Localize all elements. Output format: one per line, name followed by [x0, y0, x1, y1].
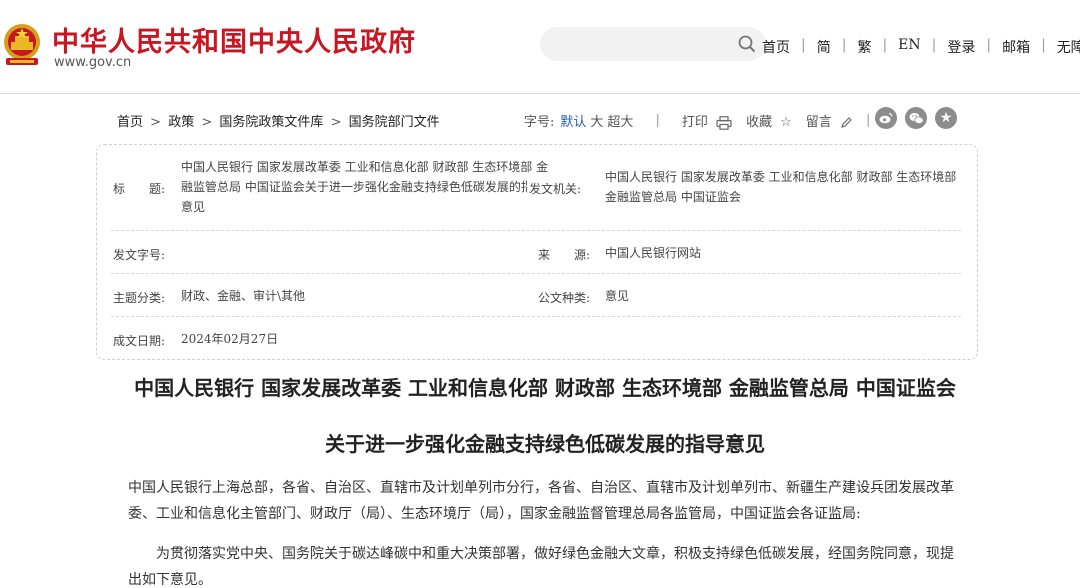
- toolbar-divider: |: [865, 113, 871, 128]
- star-outline-icon: ☆: [780, 115, 792, 130]
- font-size-label: 字号:: [524, 115, 555, 130]
- topic-label: 主题分类:: [113, 291, 166, 305]
- breadcrumb-separator: >: [330, 115, 342, 130]
- source-value: 中国人民银行网站: [605, 246, 702, 260]
- topic-value: 财政、金融、审计\其他: [181, 289, 306, 303]
- source-label: 来 源:: [538, 248, 591, 262]
- title-label: 标 题:: [113, 182, 166, 196]
- document-info-box: 标 题: 中国人民银行 国家发展改革委 工业和信息化部 财政部 生态环境部 金融…: [96, 144, 978, 360]
- printer-icon: [716, 115, 732, 130]
- comment-button[interactable]: 留言: [806, 111, 852, 130]
- share-favorite-button[interactable]: ★: [935, 107, 957, 129]
- nav-divider: |: [1041, 37, 1046, 53]
- search-icon[interactable]: [738, 35, 756, 53]
- font-size-xlarge[interactable]: 超大: [607, 111, 633, 130]
- nav-login[interactable]: 登录: [947, 37, 975, 57]
- article-title: 中国人民银行 国家发展改革委 工业和信息化部 财政部 生态环境部 金融监管总局 …: [134, 376, 956, 400]
- wechat-icon: [909, 112, 924, 124]
- top-nav: 首页 | 简 | 繁 | EN | 登录 | 邮箱 | 无障碍: [762, 37, 1080, 57]
- issuer-value: 中国人民银行 国家发展改革委 工业和信息化部 财政部 生态环境部 金融监管总局 …: [605, 170, 957, 204]
- toolbar-divider: |: [655, 113, 660, 128]
- article-addressee: 中国人民银行上海总部，各省、自治区、直辖市及计划单列市分行，各省、自治区、直辖市…: [128, 480, 954, 522]
- article-paragraph: 为贯彻落实党中央、国务院关于碳达峰碳中和重大决策部署，做好绿色金融大文章，积极支…: [128, 546, 954, 588]
- share-wechat-button[interactable]: [905, 107, 927, 129]
- nav-divider: |: [841, 37, 847, 53]
- weibo-icon: [879, 112, 893, 124]
- nav-divider: |: [986, 37, 992, 53]
- nav-simplified[interactable]: 简: [817, 37, 831, 57]
- title-value: 中国人民银行 国家发展改革委 工业和信息化部 财政部 生态环境部 金融监管总局 …: [181, 160, 549, 214]
- nav-traditional[interactable]: 繁: [857, 37, 871, 57]
- nav-home[interactable]: 首页: [762, 37, 790, 57]
- doc-type-label: 公文种类:: [538, 291, 591, 305]
- breadcrumb-separator: >: [201, 115, 213, 130]
- issuer-label: 发文机关:: [527, 180, 582, 197]
- nav-mail[interactable]: 邮箱: [1002, 37, 1030, 57]
- search-input[interactable]: [540, 27, 766, 61]
- nav-english[interactable]: EN: [898, 37, 920, 57]
- site-header: 中华人民共和国中央人民政府 www.gov.cn 首页 | 简 | 繁 | EN…: [0, 0, 1080, 94]
- font-size-large[interactable]: 大: [590, 111, 603, 130]
- breadcrumb-department-docs[interactable]: 国务院部门文件: [349, 115, 440, 130]
- print-button[interactable]: 打印: [682, 111, 732, 130]
- national-emblem-icon[interactable]: [2, 22, 42, 68]
- site-url: www.gov.cn: [54, 55, 132, 70]
- row-divider: [111, 230, 961, 231]
- breadcrumb: 首页 > 政策 > 国务院政策文件库 > 国务院部门文件: [117, 111, 440, 130]
- star-icon: ★: [939, 110, 953, 126]
- breadcrumb-policy[interactable]: 政策: [168, 115, 194, 130]
- font-size-default[interactable]: 默认: [560, 111, 586, 130]
- breadcrumb-separator: >: [150, 115, 162, 130]
- date-label: 成文日期:: [113, 334, 166, 348]
- article-toolbar: 字号: 默认 大 超大 | 打印 收藏 ☆ 留言 |: [524, 111, 870, 130]
- article-subtitle: 关于进一步强化金融支持绿色低碳发展的指导意见: [325, 432, 765, 456]
- nav-divider: |: [801, 37, 806, 53]
- nav-divider: |: [882, 37, 888, 53]
- share-weibo-button[interactable]: [875, 107, 897, 129]
- date-value: 2024年02月27日: [181, 332, 279, 346]
- nav-accessibility[interactable]: 无障碍: [1057, 37, 1080, 57]
- nav-divider: |: [931, 37, 937, 53]
- print-label: 打印: [681, 115, 708, 130]
- doc-type-value: 意见: [605, 289, 630, 303]
- comment-label: 留言: [805, 115, 832, 130]
- site-title[interactable]: 中华人民共和国中央人民政府: [52, 20, 416, 59]
- pencil-icon: [841, 116, 852, 128]
- doc-number-label: 发文字号:: [113, 248, 166, 262]
- favorite-label: 收藏: [745, 115, 772, 130]
- breadcrumb-policy-library[interactable]: 国务院政策文件库: [219, 115, 323, 130]
- row-divider: [111, 316, 961, 317]
- favorite-button[interactable]: 收藏 ☆: [746, 111, 792, 130]
- breadcrumb-home[interactable]: 首页: [117, 115, 143, 130]
- row-divider: [111, 273, 961, 274]
